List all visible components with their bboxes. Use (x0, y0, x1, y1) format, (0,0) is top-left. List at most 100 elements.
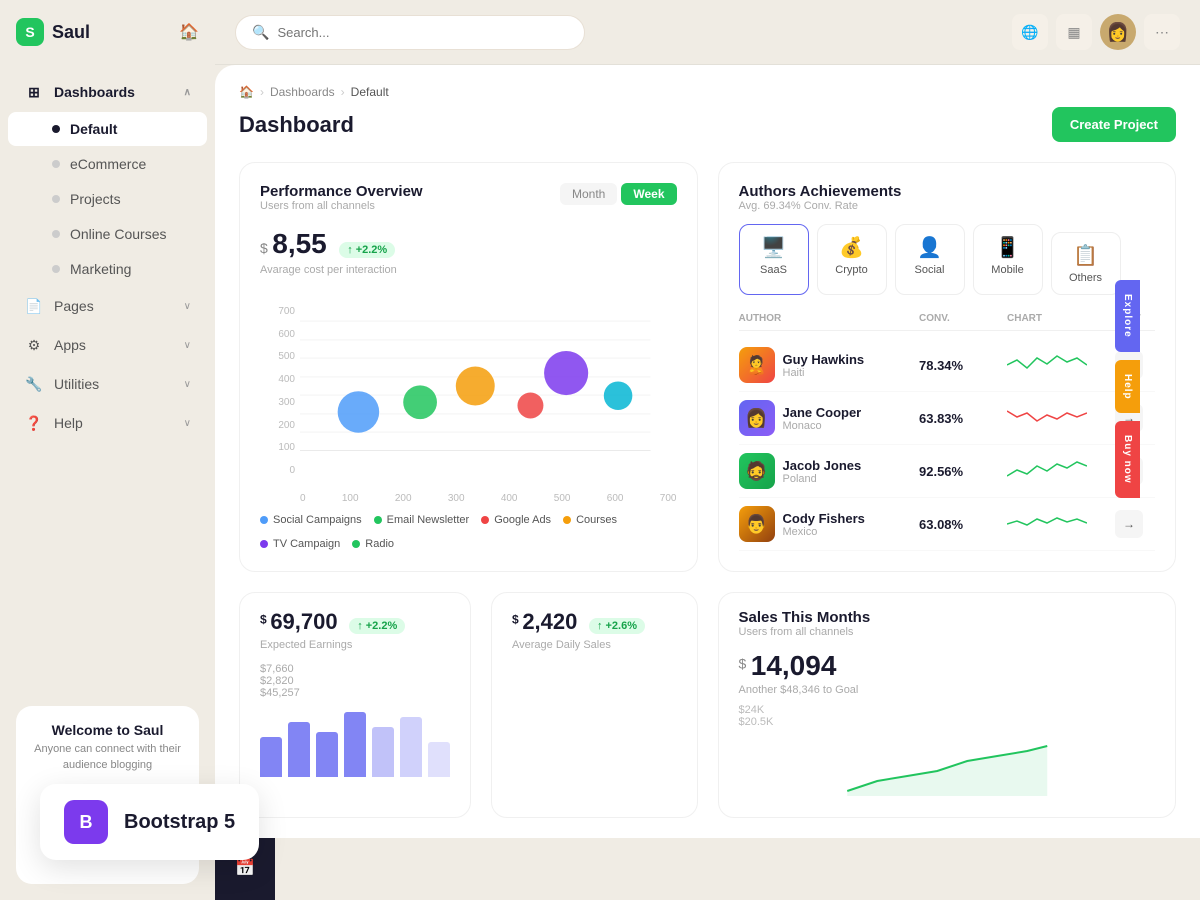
grid-icon: ▦ (1067, 24, 1080, 41)
sidebar-item-default[interactable]: Default (8, 112, 207, 146)
sales-goal: Another $48,346 to Goal (739, 684, 1156, 696)
side-buttons: Explore Help Buy now (1115, 280, 1140, 498)
author-table-header: AUTHOR CONV. CHART VIEW (739, 307, 1156, 331)
main-area: 🔍 🌐 ▦ 👩 ⋯ 🏠 › Dashboards (215, 0, 1200, 900)
author-row-guy: 🙎 Guy Hawkins Haiti 78.34% (739, 339, 1156, 392)
y-axis-labels: 7006005004003002001000 (260, 306, 295, 476)
sidebar-label-ecommerce: eCommerce (70, 156, 146, 172)
earnings-bar-chart (260, 707, 450, 777)
create-project-button[interactable]: Create Project (1052, 107, 1176, 142)
chevron-dashboards: ∧ (184, 87, 191, 98)
legend-radio: Radio (352, 538, 394, 550)
sidebar-item-projects[interactable]: Projects (8, 182, 207, 216)
chart-svg-jacob (1007, 456, 1087, 486)
dashboard-content: 🏠 › Dashboards › Default Dashboard Creat… (215, 65, 1200, 838)
author-name-cody: Cody Fishers (783, 511, 865, 526)
author-info-cody: 👨 Cody Fishers Mexico (739, 506, 912, 542)
legend-social: Social Campaigns (260, 514, 362, 526)
bubble-chart: 7006005004003002001000 (260, 286, 677, 506)
mini-chart-jane (1007, 403, 1107, 433)
sidebar-item-online-courses[interactable]: Online Courses (8, 217, 207, 251)
sidebar-label-default: Default (70, 121, 117, 137)
legend-dot-tv (260, 540, 268, 548)
dot-projects (52, 195, 60, 203)
avatar-cody: 👨 (739, 506, 775, 542)
others-icon: 📋 (1073, 243, 1098, 268)
utilities-icon: 🔧 (24, 374, 44, 394)
social-icon: 👤 (917, 235, 942, 260)
tab-saas[interactable]: 🖥️ SaaS (739, 224, 809, 295)
avatar-guy: 🙎 (739, 347, 775, 383)
sidebar-item-ecommerce[interactable]: eCommerce (8, 147, 207, 181)
sidebar-label-pages: Pages (54, 298, 94, 314)
sidebar-item-utilities[interactable]: 🔧 Utilities ∨ (8, 365, 207, 403)
tab-mobile[interactable]: 📱 Mobile (973, 224, 1043, 295)
author-name-jacob: Jacob Jones (783, 458, 862, 473)
author-location-jacob: Poland (783, 473, 862, 485)
dashboard-grid: Performance Overview Users from all chan… (239, 162, 1176, 818)
settings-button[interactable]: ▦ (1056, 14, 1092, 50)
daily-sales-badge: ↑ +2.6% (589, 618, 645, 634)
buy-now-button[interactable]: Buy now (1115, 421, 1140, 498)
tab-crypto[interactable]: 💰 Crypto (817, 224, 887, 295)
mini-chart-jacob (1007, 456, 1107, 486)
sidebar-label-projects: Projects (70, 191, 121, 207)
add-button[interactable]: + (227, 894, 263, 900)
notifications-button[interactable]: 🌐 (1012, 14, 1048, 50)
more-button[interactable]: ⋯ (1144, 14, 1180, 50)
performance-subtitle: Users from all channels (260, 200, 423, 212)
sidebar-item-marketing[interactable]: Marketing (8, 252, 207, 286)
tab-others[interactable]: 📋 Others (1051, 232, 1121, 295)
dot-default (52, 125, 60, 133)
breadcrumb: 🏠 › Dashboards › Default (239, 85, 1176, 99)
welcome-title: Welcome to Saul (32, 722, 183, 738)
earnings-card: $ 69,700 ↑ +2.2% Expected Earnings $7,66… (239, 592, 471, 818)
tab-week[interactable]: Week (621, 183, 676, 205)
bar-3 (316, 732, 338, 777)
author-row-jane: 👩 Jane Cooper Monaco 63.83% (739, 392, 1156, 445)
bubble-chart-svg (300, 286, 677, 486)
chart-svg-cody (1007, 509, 1087, 539)
sidebar: S Saul 🏠 ⊞ Dashboards ∧ Default eCommerc… (0, 0, 215, 900)
bar-2 (288, 722, 310, 777)
sidebar-label-help: Help (54, 415, 83, 431)
sidebar-toggle-button[interactable]: 🏠 (179, 22, 199, 42)
sidebar-item-help[interactable]: ❓ Help ∨ (8, 404, 207, 442)
view-btn-cody[interactable]: → (1115, 510, 1143, 538)
author-row-cody: 👨 Cody Fishers Mexico 63.08% (739, 498, 1156, 551)
sidebar-label-marketing: Marketing (70, 261, 131, 277)
chevron-apps: ∨ (184, 340, 191, 351)
sidebar-item-dashboards[interactable]: ⊞ Dashboards ∧ (8, 73, 207, 111)
sales-this-month-card: Sales This Months Users from all channel… (718, 592, 1177, 818)
authors-card: Authors Achievements Avg. 69.34% Conv. R… (718, 162, 1177, 572)
calendar-icon: 📅 (235, 858, 255, 878)
chart-svg-jane (1007, 403, 1087, 433)
help-button[interactable]: Help (1115, 360, 1140, 414)
daily-sales-value: 2,420 (522, 609, 577, 634)
breadcrumb-dashboards[interactable]: Dashboards (270, 85, 335, 99)
search-input[interactable] (277, 25, 568, 40)
sales-title: Sales This Months (739, 609, 1156, 626)
author-info-jane: 👩 Jane Cooper Monaco (739, 400, 912, 436)
legend-dot-radio (352, 540, 360, 548)
explore-button[interactable]: Explore (1115, 280, 1140, 352)
bootstrap-label: Bootstrap 5 (124, 811, 235, 834)
author-info-jacob: 🧔 Jacob Jones Poland (739, 453, 912, 489)
stats-row: $ 69,700 ↑ +2.2% Expected Earnings $7,66… (239, 592, 698, 818)
chart-svg-guy (1007, 350, 1087, 380)
tab-month[interactable]: Month (560, 183, 617, 205)
conv-rate-jane: 63.83% (919, 411, 999, 426)
search-bar[interactable]: 🔍 (235, 15, 585, 50)
user-avatar[interactable]: 👩 (1100, 14, 1136, 50)
sidebar-item-apps[interactable]: ⚙ Apps ∨ (8, 326, 207, 364)
sidebar-item-pages[interactable]: 📄 Pages ∨ (8, 287, 207, 325)
search-icon: 🔍 (252, 24, 269, 41)
legend-google: Google Ads (481, 514, 551, 526)
period-tabs: Month Week (560, 183, 677, 205)
avatar-jane: 👩 (739, 400, 775, 436)
tab-social[interactable]: 👤 Social (895, 224, 965, 295)
saas-icon: 🖥️ (761, 235, 786, 260)
crypto-icon: 💰 (839, 235, 864, 260)
arrow-up-icon: ↑ (347, 244, 353, 256)
conv-rate-cody: 63.08% (919, 517, 999, 532)
